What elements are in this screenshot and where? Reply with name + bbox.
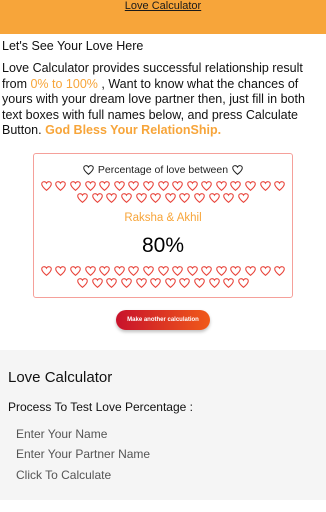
calculate-button[interactable]: Click To Calculate <box>16 468 111 482</box>
heart-outline-icon <box>113 181 125 191</box>
heart-outline-icon <box>106 193 118 203</box>
hearts-row-bottom <box>37 266 289 288</box>
heart-outline-icon <box>121 193 132 203</box>
heart-outline-icon <box>179 278 191 288</box>
heart-outline-icon <box>55 266 67 276</box>
heart-outline-icon <box>70 181 81 191</box>
heart-outline-icon <box>186 266 198 276</box>
heart-outline-icon <box>232 165 243 175</box>
heart-outline-icon <box>237 278 249 288</box>
intro-range: 0% to 100% <box>30 76 98 91</box>
heart-outline-icon <box>194 193 205 203</box>
heart-outline-icon <box>172 266 183 276</box>
heart-outline-icon <box>245 266 256 276</box>
heart-outline-icon <box>99 266 110 276</box>
heart-outline-icon <box>223 278 234 288</box>
heart-outline-icon <box>128 266 140 276</box>
heart-outline-icon <box>186 181 198 191</box>
heart-outline-icon <box>113 266 125 276</box>
heart-outline-icon <box>121 278 132 288</box>
heart-outline-icon <box>230 266 242 276</box>
heart-outline-icon <box>230 181 242 191</box>
heart-outline-icon <box>164 193 176 203</box>
heart-outline-icon <box>55 181 67 191</box>
heart-outline-icon <box>99 181 110 191</box>
hearts-row-top <box>37 181 289 203</box>
heart-outline-icon <box>40 181 52 191</box>
heart-outline-icon <box>106 278 118 288</box>
heart-outline-icon <box>194 278 205 288</box>
heart-outline-icon <box>208 193 220 203</box>
top-bar: Love Calculator <box>0 0 326 34</box>
heart-outline-icon <box>143 181 154 191</box>
heart-outline-icon <box>77 193 89 203</box>
make-another-calculation-button[interactable]: Make another calculation <box>116 310 210 330</box>
heart-outline-icon <box>237 193 249 203</box>
heart-outline-icon <box>77 278 89 288</box>
heart-outline-icon <box>216 266 227 276</box>
heart-outline-icon <box>223 193 234 203</box>
intro-blessing: God Bless Your RelationShip. <box>45 123 222 138</box>
calculator-panel: Love Calculator Process To Test Love Per… <box>0 350 326 500</box>
heart-outline-icon <box>70 266 81 276</box>
name-input[interactable]: Enter Your Name <box>16 427 107 441</box>
love-percentage: 80% <box>141 234 185 257</box>
heart-outline-icon <box>92 193 103 203</box>
heart-outline-icon <box>40 266 52 276</box>
love-calculator-link[interactable]: Love Calculator <box>0 0 326 12</box>
heart-outline-icon <box>135 193 147 203</box>
intro-text: Love Calculator provides successful rela… <box>2 61 324 139</box>
heart-outline-icon <box>157 266 169 276</box>
heart-outline-icon <box>259 266 271 276</box>
heart-outline-icon <box>259 181 271 191</box>
heart-outline-icon <box>157 181 169 191</box>
result-heading: Percentage of love between <box>34 164 292 176</box>
heart-outline-icon <box>208 278 220 288</box>
heart-outline-icon <box>84 181 96 191</box>
heart-outline-icon <box>201 266 213 276</box>
partner-name-input[interactable]: Enter Your Partner Name <box>16 447 150 461</box>
result-card: Percentage of love between Raksha & Akhi… <box>33 153 293 298</box>
heart-outline-icon <box>164 278 176 288</box>
intro-heading: Let's See Your Love Here <box>2 39 144 53</box>
heart-outline-icon <box>245 181 256 191</box>
heart-outline-icon <box>128 181 140 191</box>
calculator-title: Love Calculator <box>8 369 113 386</box>
heart-outline-icon <box>179 193 191 203</box>
heart-outline-icon <box>135 278 147 288</box>
heart-outline-icon <box>92 278 103 288</box>
couple-names: Raksha & Akhil <box>124 212 202 224</box>
heart-outline-icon <box>172 181 183 191</box>
calculator-subtitle: Process To Test Love Percentage : <box>8 400 193 414</box>
heart-outline-icon <box>84 266 96 276</box>
heart-outline-icon <box>150 278 162 288</box>
heart-outline-icon <box>143 266 154 276</box>
heart-outline-icon <box>201 181 213 191</box>
heart-outline-icon <box>150 193 162 203</box>
result-heading-text: Percentage of love between <box>97 164 229 176</box>
heart-outline-icon <box>274 181 286 191</box>
heart-outline-icon <box>216 181 227 191</box>
heart-outline-icon <box>274 266 286 276</box>
heart-outline-icon <box>83 165 94 175</box>
